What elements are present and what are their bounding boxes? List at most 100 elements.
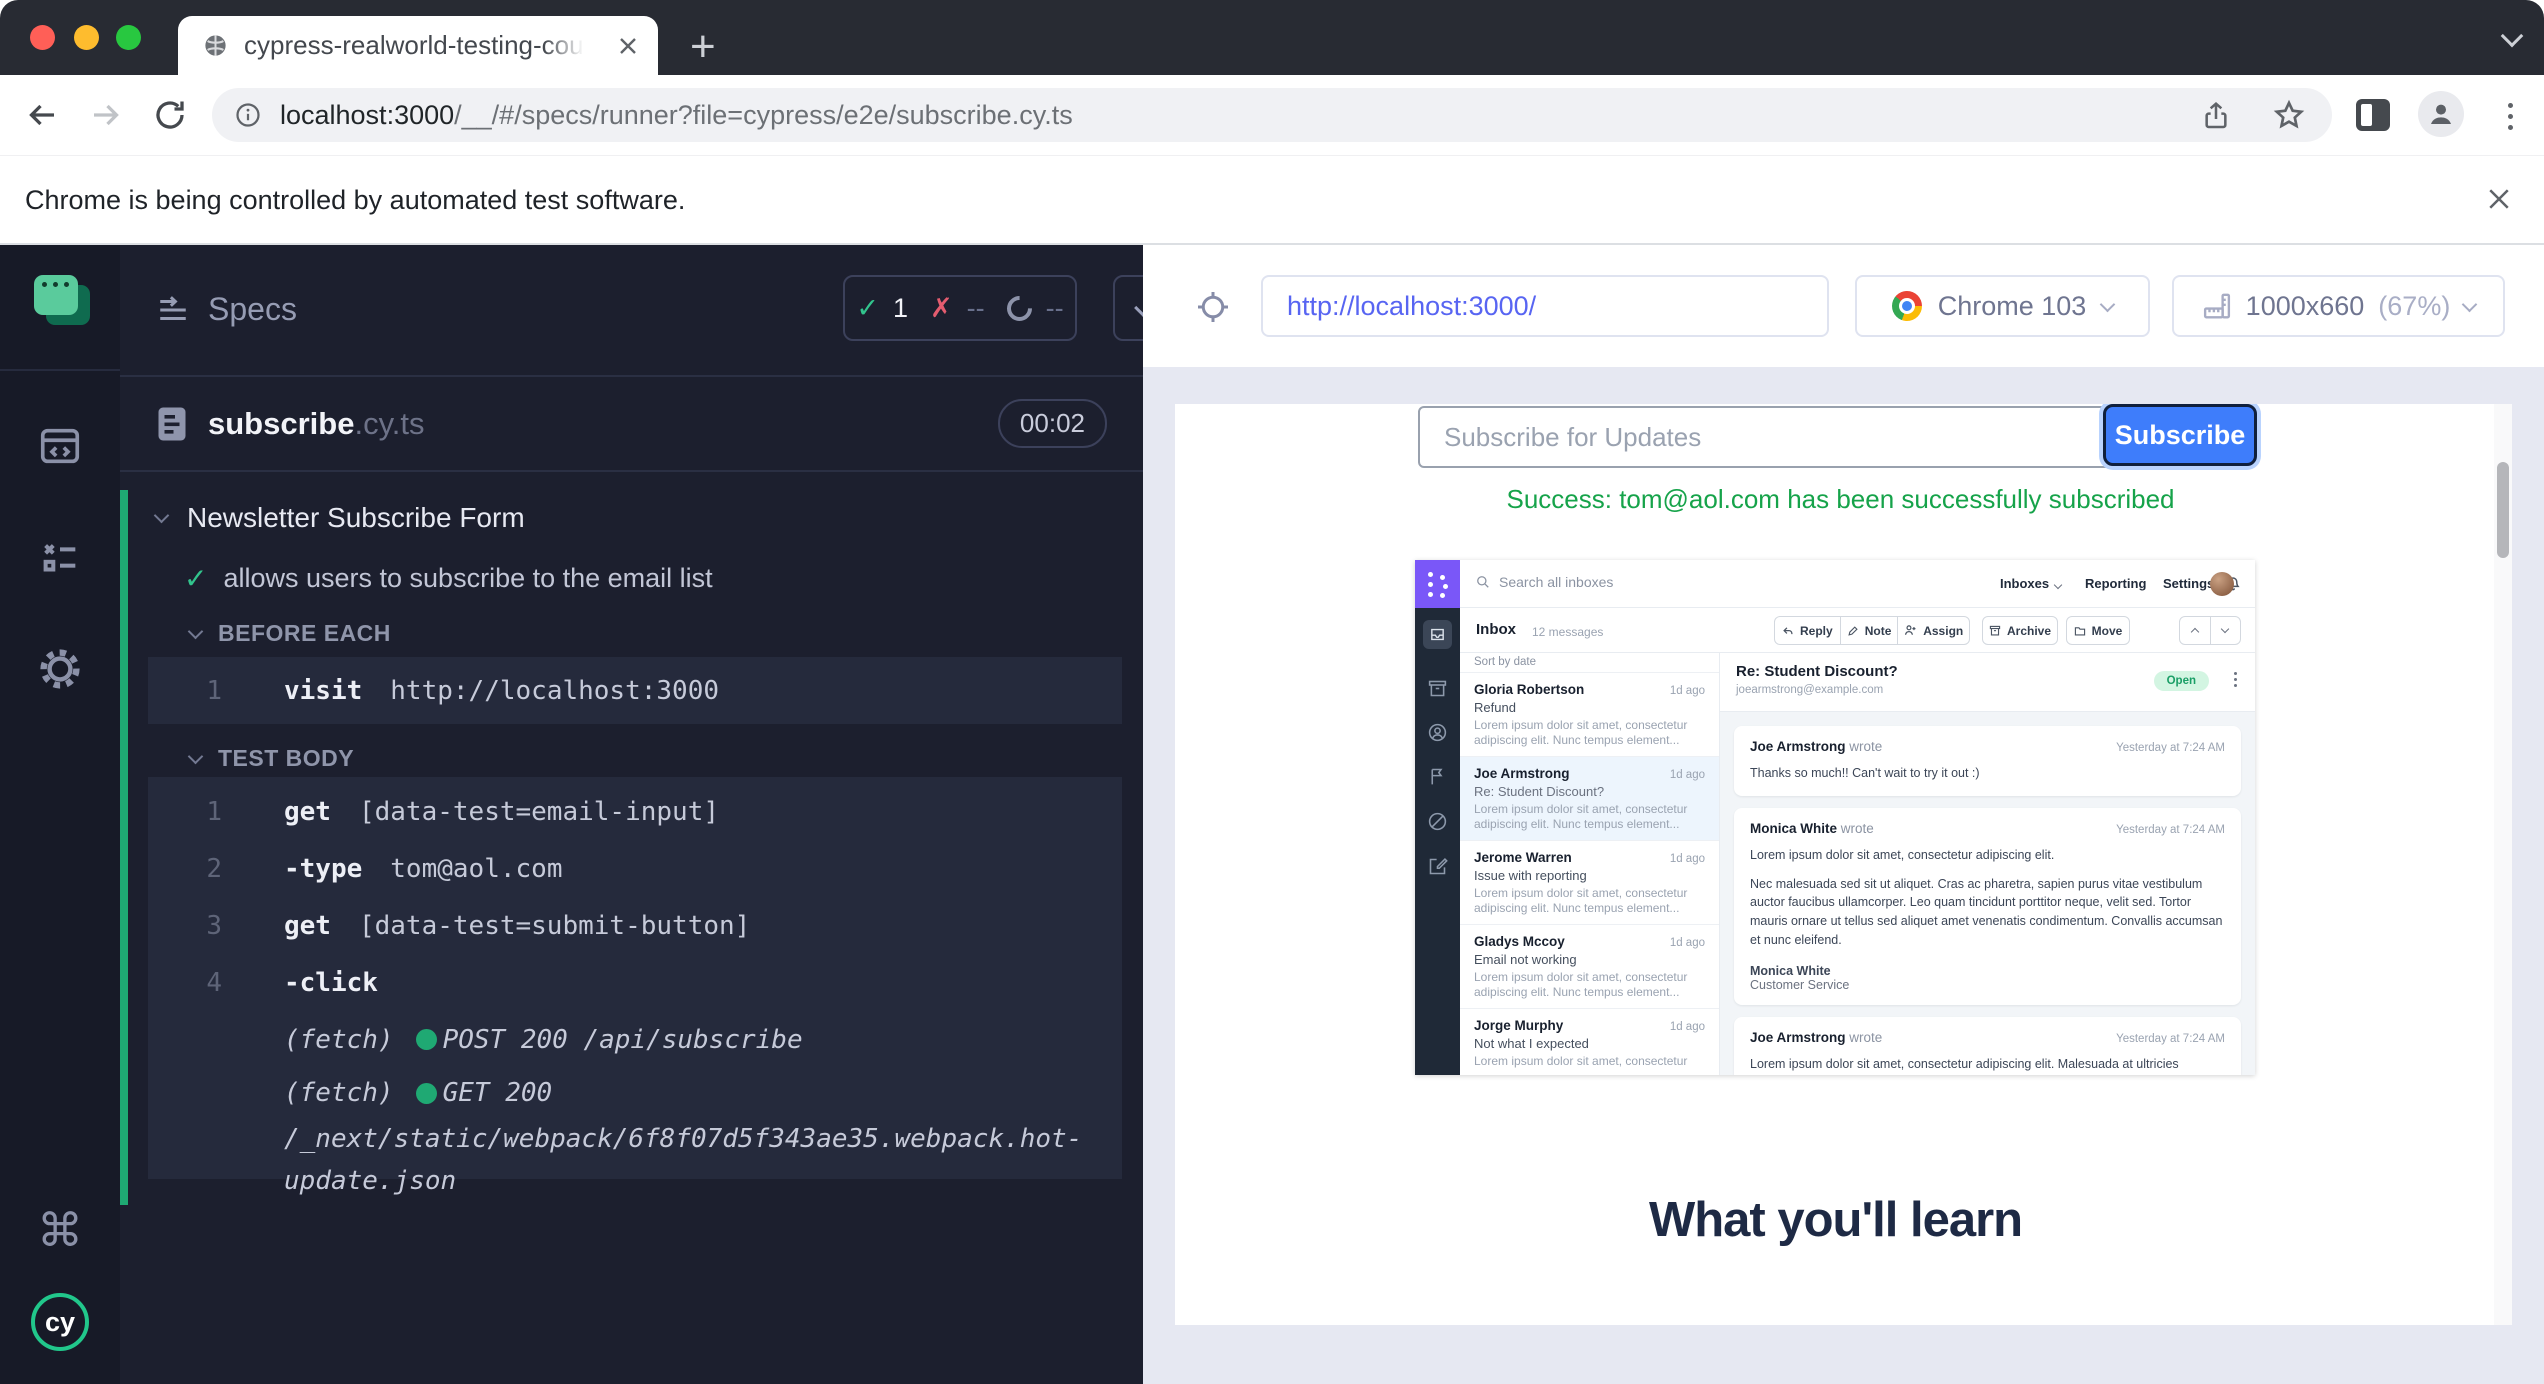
fetch-text: POST 200 /api/subscribe	[443, 1025, 803, 1055]
keyboard-shortcuts-icon[interactable]: ⌘	[0, 1203, 120, 1257]
command-number: 2	[148, 854, 222, 884]
sidebar-item-settings[interactable]	[0, 645, 120, 693]
mail-message-card: Joe Armstrong wroteYesterday at 7:24 AM …	[1734, 1017, 2241, 1076]
command-number: 1	[148, 797, 222, 827]
mail-inbox-icon	[1423, 620, 1452, 649]
browser-selector[interactable]: Chrome 103	[1855, 275, 2150, 337]
back-button[interactable]	[24, 97, 60, 133]
chevron-down-icon	[188, 623, 204, 639]
suite-row[interactable]: Newsletter Subscribe Form	[156, 502, 525, 534]
person-icon	[2426, 99, 2456, 129]
mail-inbox-title: Inbox	[1476, 621, 1516, 638]
spec-file-row[interactable]: subscribe .cy.ts 00:02	[120, 377, 1143, 470]
command-number: 4	[148, 968, 222, 998]
browser-window: cypress-realworld-testing-cou + localhos…	[0, 0, 2544, 1384]
application-under-test: Subscribe Success: tom@aol.com has been …	[1175, 404, 2494, 1325]
tab-strip: cypress-realworld-testing-cou +	[0, 0, 2544, 75]
mail-message-card: Joe Armstrong wroteYesterday at 7:24 AM …	[1734, 726, 2241, 796]
close-window-button[interactable]	[30, 25, 55, 50]
maximize-window-button[interactable]	[116, 25, 141, 50]
aut-preview-panel: http://localhost:3000/ Chrome 103 1000x6…	[1143, 245, 2544, 1384]
mail-note-button: Note	[1840, 617, 1898, 644]
side-panel-icon[interactable]	[2356, 99, 2390, 131]
command-row[interactable]: 2 -type tom@aol.com	[148, 840, 1122, 897]
spec-duration: 00:02	[998, 399, 1107, 448]
mail-message-card: Monica White wroteYesterday at 7:24 AM L…	[1734, 808, 2241, 1005]
cypress-brand-logo[interactable]: cy	[0, 1293, 120, 1351]
browser-toolbar: localhost:3000/__/#/specs/runner?file=cy…	[0, 75, 2544, 155]
site-info-icon[interactable]	[234, 101, 262, 129]
mail-compose-icon	[1427, 856, 1448, 877]
sidebar-item-runs[interactable]	[0, 535, 120, 581]
aut-scrollbar-thumb[interactable]	[2497, 462, 2509, 558]
subscribe-button[interactable]: Subscribe	[2103, 404, 2257, 466]
passed-test-bar	[120, 490, 128, 1205]
selector-playground-icon[interactable]	[1195, 289, 1231, 325]
chevron-down-icon	[2462, 296, 2478, 312]
specs-title-text: Specs	[208, 291, 297, 328]
cypress-app-logo[interactable]	[0, 245, 120, 355]
viewport-scale-text: (67%)	[2378, 291, 2450, 322]
command-row[interactable]: 3 get [data-test=submit-button]	[148, 897, 1122, 954]
spec-file-icon	[156, 406, 188, 442]
command-method: get	[284, 911, 331, 941]
passed-count: 1	[893, 293, 908, 324]
command-method: get	[284, 797, 331, 827]
mail-avatar	[2210, 572, 2234, 596]
suite-title: Newsletter Subscribe Form	[187, 502, 525, 534]
specs-header: Specs	[156, 291, 297, 328]
success-dot-icon	[416, 1029, 437, 1050]
browser-tab[interactable]: cypress-realworld-testing-cou	[178, 16, 658, 75]
chevron-down-icon	[154, 508, 170, 524]
test-row[interactable]: ✓ allows users to subscribe to the email…	[184, 562, 713, 595]
test-passed-icon: ✓	[184, 562, 207, 595]
minimize-window-button[interactable]	[74, 25, 99, 50]
chrome-menu-icon[interactable]	[2508, 97, 2513, 136]
mail-move-button: Move	[2066, 616, 2130, 645]
mail-detail-pane: Re: Student Discount? joearmstrong@examp…	[1720, 653, 2255, 1075]
command-row[interactable]: 1 visit http://localhost:3000	[148, 657, 1122, 724]
mail-detail-menu-icon	[2234, 669, 2237, 690]
viewport-selector[interactable]: 1000x660 (67%)	[2172, 275, 2505, 337]
reload-button[interactable]	[152, 97, 188, 133]
sidebar-item-specs[interactable]	[0, 423, 120, 469]
specs-list-icon[interactable]	[156, 293, 190, 327]
command-row[interactable]: 1 get [data-test=email-input]	[148, 777, 1122, 840]
url-text: localhost:3000/__/#/specs/runner?file=cy…	[280, 100, 1073, 131]
search-icon	[1476, 575, 1490, 589]
aut-scrollbar-track[interactable]	[2494, 404, 2512, 1325]
profile-avatar[interactable]	[2418, 91, 2464, 137]
address-bar[interactable]: localhost:3000/__/#/specs/runner?file=cy…	[212, 88, 2332, 142]
test-body-hook[interactable]: TEST BODY	[190, 745, 354, 772]
fetch-text: GET 200	[443, 1078, 553, 1108]
notice-close-icon[interactable]	[2484, 184, 2514, 214]
command-method: -type	[284, 854, 362, 884]
fetch-log-row[interactable]: (fetch) POST 200 /api/subscribe	[148, 1011, 1122, 1068]
mail-list-item: Gloria Robertson1d ago Refund Lorem ipsu…	[1460, 673, 1719, 757]
subscribe-email-input[interactable]	[1418, 406, 2148, 468]
mail-status-badge: Open	[2154, 671, 2209, 691]
command-args: http://localhost:3000	[390, 676, 719, 706]
fetch-tag: (fetch)	[284, 1025, 394, 1055]
mail-message-list: Sort by date Gloria Robertson1d ago Refu…	[1460, 653, 1720, 1075]
automation-notice-bar: Chrome is being controlled by automated …	[0, 155, 2544, 245]
new-tab-button[interactable]: +	[690, 22, 716, 72]
forward-button[interactable]	[88, 97, 124, 133]
mail-list-item: Jorge Murphy1d ago Not what I expected L…	[1460, 1009, 1719, 1075]
tab-search-chevron-icon[interactable]	[2504, 28, 2520, 49]
command-row[interactable]: 4 -click	[148, 954, 1122, 1011]
mail-search-placeholder: Search all inboxes	[1499, 574, 1613, 590]
test-title: allows users to subscribe to the email l…	[223, 563, 712, 594]
share-icon[interactable]	[2200, 99, 2232, 131]
fetch-url-line: update.json	[148, 1160, 1122, 1202]
tab-close-icon[interactable]	[616, 34, 640, 58]
mail-search: Search all inboxes	[1476, 574, 1613, 590]
mail-nav-inboxes: Inboxes	[2000, 576, 2061, 591]
mail-contacts-icon	[1427, 722, 1448, 743]
mail-blocked-icon	[1427, 811, 1448, 832]
fetch-log-row[interactable]: (fetch) GET 200	[148, 1068, 1122, 1118]
bookmark-star-icon[interactable]	[2272, 98, 2306, 132]
success-dot-icon	[416, 1083, 437, 1104]
before-each-hook[interactable]: BEFORE EACH	[190, 620, 391, 647]
aut-url-input[interactable]: http://localhost:3000/	[1261, 275, 1829, 337]
